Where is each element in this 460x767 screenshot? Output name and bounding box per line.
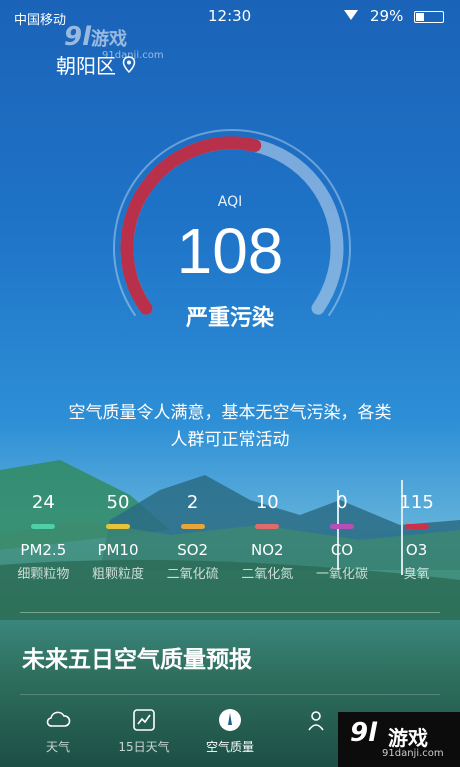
pollutant-value: 115 bbox=[399, 492, 434, 513]
pollutant-name: 细颗粒物 bbox=[17, 567, 70, 582]
pollutant-name: 二氧化氮 bbox=[241, 567, 294, 582]
tab-air-quality[interactable]: 空气质量 bbox=[190, 700, 270, 755]
app-screen: 中国移动 12:30 29% 9l游戏 91danji.com 朝阳区 AQI … bbox=[0, 0, 460, 767]
tab-label: 空气质量 bbox=[205, 740, 254, 754]
forecast-title: 未来五日空气质量预报 bbox=[22, 647, 252, 673]
pollutant-name: 臭氧 bbox=[403, 567, 430, 582]
tab-label: 天气 bbox=[45, 740, 70, 754]
pollutant-list: 24 PM2.5 细颗粒物 50 PM10 粗颗粒度 2 SO2 二氧化硫 10 NO2 二氧化氮 0 C… bbox=[0, 492, 460, 592]
tab-15-day[interactable]: 15日天气 bbox=[104, 700, 184, 755]
watermark-logo-top: 9l游戏 91danji.com bbox=[64, 22, 164, 61]
pollutant-item[interactable]: 0 CO 一氧化碳 bbox=[306, 492, 378, 592]
pollutant-name: 二氧化硫 bbox=[166, 567, 219, 582]
wifi-icon bbox=[344, 10, 358, 20]
pollutant-item[interactable]: 24 PM2.5 细颗粒物 bbox=[7, 492, 79, 592]
aqi-label: AQI bbox=[217, 194, 243, 210]
pollutant-level-bar bbox=[329, 524, 354, 529]
location-selector[interactable]: 朝阳区 bbox=[56, 50, 136, 79]
pollutant-item[interactable]: 10 NO2 二氧化氮 bbox=[231, 492, 303, 592]
pollutant-code: NO2 bbox=[251, 541, 284, 559]
pollutant-value: 10 bbox=[255, 492, 279, 513]
divider bbox=[20, 612, 440, 613]
pollutant-code: CO bbox=[330, 541, 354, 559]
cloud-icon bbox=[46, 711, 71, 727]
location-name: 朝阳区 bbox=[56, 54, 116, 78]
pollutant-value: 0 bbox=[336, 492, 348, 513]
pollutant-code: PM10 bbox=[97, 541, 139, 559]
clock: 12:30 bbox=[208, 7, 252, 25]
divider bbox=[20, 694, 440, 695]
air-quality-icon bbox=[219, 709, 241, 731]
battery-icon bbox=[414, 11, 444, 23]
pollutant-code: O3 bbox=[405, 541, 428, 559]
pollutant-value: 50 bbox=[106, 492, 130, 513]
watermark-logo-corner: 9l 游戏 91danji.com bbox=[338, 712, 460, 767]
carrier-label: 中国移动 bbox=[14, 13, 67, 28]
pollutant-code: SO2 bbox=[177, 541, 209, 559]
aqi-value: 108 bbox=[176, 215, 284, 287]
battery-percent: 29% bbox=[370, 7, 404, 25]
trend-chart-icon bbox=[133, 709, 155, 731]
pollutant-value: 2 bbox=[186, 492, 199, 513]
pollutant-name: 一氧化碳 bbox=[315, 567, 368, 582]
pollutant-item[interactable]: 115 O3 臭氧 bbox=[381, 492, 453, 592]
pollutant-name: 粗颗粒度 bbox=[91, 567, 144, 582]
pollutant-code: PM2.5 bbox=[20, 541, 67, 559]
pollutant-item[interactable]: 2 SO2 二氧化硫 bbox=[157, 492, 229, 592]
aqi-level: 严重污染 bbox=[185, 306, 274, 331]
pollutant-level-bar bbox=[180, 524, 205, 529]
pollutant-level-bar bbox=[404, 524, 429, 529]
tab-label: 15日天气 bbox=[118, 740, 170, 754]
location-pin-icon bbox=[122, 55, 136, 73]
pollutant-level-bar bbox=[105, 524, 130, 529]
pollutant-value: 24 bbox=[31, 492, 55, 513]
tab-weather[interactable]: 天气 bbox=[18, 700, 98, 755]
tab-icon bbox=[308, 711, 324, 731]
pollutant-item[interactable]: 50 PM10 粗颗粒度 bbox=[82, 492, 154, 592]
pollutant-level-bar bbox=[31, 524, 56, 529]
pollutant-level-bar bbox=[255, 524, 280, 529]
